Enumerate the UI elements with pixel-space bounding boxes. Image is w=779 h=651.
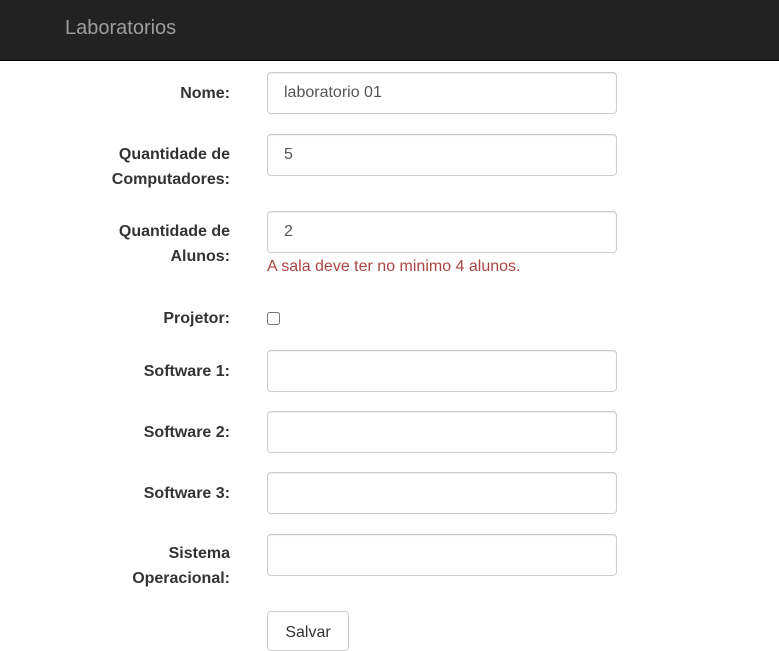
alunos-label-line1: Quantidade de: [118, 223, 230, 240]
software2-input[interactable]: [267, 411, 617, 453]
software1-label: Software 1:: [143, 363, 230, 380]
salvar-button[interactable]: Salvar: [267, 611, 349, 651]
software1-input[interactable]: [267, 350, 617, 392]
sistema-label-line2: Operacional:: [132, 570, 230, 587]
navbar-brand[interactable]: Laboratorios: [65, 16, 176, 40]
alunos-input[interactable]: [267, 211, 617, 253]
sistema-input[interactable]: [267, 534, 617, 576]
computadores-input[interactable]: [267, 134, 617, 176]
alunos-error-message: A sala deve ter no minimo 4 alunos.: [267, 258, 521, 275]
software3-input[interactable]: [267, 472, 617, 514]
software2-label: Software 2:: [143, 424, 230, 441]
alunos-label-line2: Alunos:: [170, 248, 230, 265]
software3-label: Software 3:: [143, 485, 230, 502]
projetor-label: Projetor:: [163, 310, 230, 327]
navbar: Laboratorios: [0, 0, 779, 61]
computadores-label: Quantidade de Computadores:: [30, 142, 230, 192]
projetor-checkbox[interactable]: [267, 312, 280, 325]
alunos-label: Quantidade de Alunos:: [30, 219, 230, 269]
nome-input[interactable]: [267, 72, 617, 114]
sistema-label: Sistema Operacional:: [30, 541, 230, 591]
computadores-label-line2: Computadores:: [111, 171, 230, 188]
nome-label: Nome:: [180, 85, 230, 102]
computadores-label-line1: Quantidade de: [118, 146, 230, 163]
sistema-label-line1: Sistema: [168, 545, 230, 562]
